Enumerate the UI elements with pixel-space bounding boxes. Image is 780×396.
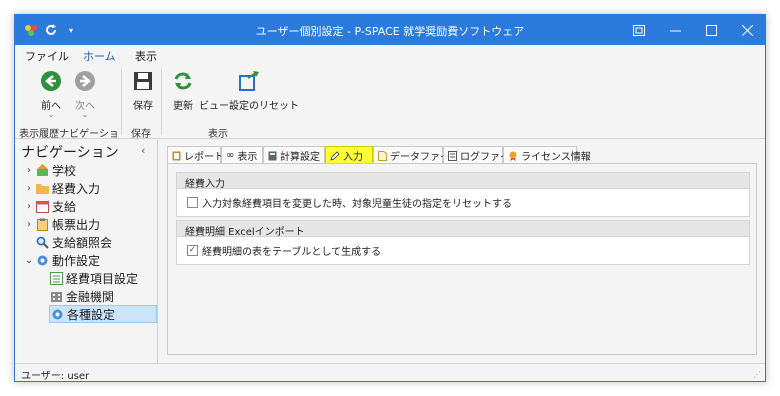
tab-data-file[interactable]: データファイル — [373, 146, 460, 164]
nav-item-label: 学校 — [52, 163, 77, 178]
nav-item-label: 支給額照会 — [52, 235, 113, 250]
tab-display[interactable]: ∞ 表示 — [221, 146, 263, 164]
resize-grip-icon[interactable]: ⋰ — [753, 370, 761, 379]
collapse-icon[interactable]: ‹ — [141, 144, 145, 157]
school-icon — [35, 163, 49, 177]
group-title: 経費入力 — [177, 173, 749, 190]
status-user: ユーザー: user — [21, 371, 90, 382]
pencil-icon — [330, 150, 340, 161]
close-button[interactable] — [729, 15, 765, 45]
search-icon — [35, 235, 49, 249]
nav-item-label: 帳票出力 — [52, 217, 101, 232]
save-label: 保存 — [133, 101, 153, 112]
log-icon — [448, 150, 457, 161]
generate-table-option[interactable]: ✓ 経費明細の表をテーブルとして生成する — [177, 237, 749, 264]
reset-target-label: 入力対象経費項目を変更した時、対象児童生徒の指定をリセットする — [202, 199, 512, 210]
ribbon-separator — [121, 69, 122, 135]
nav-item-various-settings[interactable]: 各種設定 — [49, 305, 157, 323]
tab-license-info[interactable]: ライセンス情報 — [503, 146, 591, 164]
group-view-label: 表示 — [208, 129, 228, 140]
nav-item-label: 経費項目設定 — [66, 271, 139, 286]
back-dropdown-icon[interactable]: ⌄ — [48, 110, 55, 119]
list-icon — [49, 271, 63, 285]
tab-label: 入力 — [343, 152, 363, 163]
excel-import-group: 経費明細 Excelインポート ✓ 経費明細の表をテーブルとして生成する — [176, 220, 750, 265]
settings-content: レポート ∞ 表示 計算設定 入力 データファイル ログファイル ライセンス情報… — [159, 140, 765, 363]
status-bar: ユーザー: user ⋰ — [15, 363, 765, 382]
restore-layout-button[interactable] — [621, 15, 657, 45]
minimize-button[interactable] — [657, 15, 693, 45]
forward-dropdown-icon[interactable]: ⌄ — [82, 110, 89, 119]
group-title: 経費明細 Excelインポート — [177, 221, 749, 238]
report-icon — [172, 151, 181, 161]
license-icon — [508, 151, 518, 161]
menu-bar: ファイル ホーム 表示 — [15, 45, 765, 67]
navigation-pane: ナビゲーション ‹ › 学校 › 経費入力 › 支給 › 帳票出力 支給額照会 … — [15, 140, 158, 363]
forward-button[interactable]: 次へ ⌄ — [71, 67, 99, 119]
tab-label: レポート — [184, 152, 224, 163]
maximize-button[interactable] — [693, 15, 729, 45]
calculator-icon — [268, 151, 277, 161]
clipboard-icon — [35, 217, 49, 231]
generate-table-checkbox[interactable]: ✓ — [187, 245, 198, 256]
calendar-icon — [35, 199, 49, 213]
forward-arrow-icon — [71, 67, 99, 95]
nav-item-expense-item-settings[interactable]: 経費項目設定 — [49, 269, 138, 287]
nav-item-report-output[interactable]: › 帳票出力 — [23, 215, 100, 233]
nav-item-payment[interactable]: › 支給 — [23, 197, 76, 215]
glasses-icon: ∞ — [226, 150, 235, 161]
app-window: ▾ ユーザー個別設定 - P-SPACE 就学奨励費ソフトウェア ファイル ホー… — [14, 14, 766, 382]
generate-table-label: 経費明細の表をテーブルとして生成する — [202, 247, 382, 258]
file-icon — [378, 150, 387, 161]
save-button[interactable]: 保存 — [129, 67, 157, 112]
tab-label: ライセンス情報 — [521, 152, 591, 163]
nav-item-expense-input[interactable]: › 経費入力 — [23, 179, 100, 197]
nav-title: ナビゲーション — [21, 145, 119, 161]
nav-item-school[interactable]: › 学校 — [23, 161, 76, 179]
tab-label: 計算設定 — [280, 152, 320, 163]
nav-item-label: 金融機関 — [66, 289, 115, 304]
reset-view-label: ビュー設定のリセット — [199, 101, 299, 112]
refresh-button[interactable]: 更新 — [169, 67, 197, 112]
ribbon-separator — [161, 69, 162, 135]
reset-target-checkbox[interactable] — [187, 197, 198, 208]
folder-icon — [35, 181, 49, 195]
expand-icon[interactable]: › — [23, 165, 35, 176]
tab-label: 表示 — [237, 152, 258, 163]
expand-icon[interactable]: › — [23, 219, 35, 230]
group-save-label: 保存 — [131, 129, 151, 140]
title-bar: ▾ ユーザー個別設定 - P-SPACE 就学奨励費ソフトウェア — [15, 15, 765, 45]
tab-report[interactable]: レポート — [167, 146, 224, 164]
collapse-tree-icon[interactable]: ⌄ — [23, 255, 35, 266]
expand-icon[interactable]: › — [23, 183, 35, 194]
tab-input[interactable]: 入力 — [325, 146, 373, 164]
gear-icon — [50, 307, 64, 321]
nav-item-payment-inquiry[interactable]: 支給額照会 — [35, 233, 112, 251]
building-icon — [49, 289, 63, 303]
menu-file[interactable]: ファイル — [25, 48, 69, 64]
back-button[interactable]: 前へ ⌄ — [37, 67, 65, 119]
refresh-label: 更新 — [173, 101, 193, 112]
input-settings-panel: 経費入力 入力対象経費項目を変更した時、対象児童生徒の指定をリセットする 経費明… — [167, 163, 757, 355]
refresh-arrows-icon — [169, 67, 197, 95]
tab-log-file[interactable]: ログファイル — [443, 146, 520, 164]
reset-view-icon — [235, 67, 263, 95]
nav-item-label: 動作設定 — [52, 253, 101, 268]
expense-input-group: 経費入力 入力対象経費項目を変更した時、対象児童生徒の指定をリセットする — [176, 172, 750, 217]
gear-icon — [35, 253, 49, 267]
nav-item-label: 支給 — [52, 199, 77, 214]
reset-view-button[interactable]: ビュー設定のリセット — [199, 67, 299, 112]
ribbon: 前へ ⌄ 次へ ⌄ 表示履歴ナビゲーション 保存 保存 更新 — [15, 65, 765, 155]
reset-target-option[interactable]: 入力対象経費項目を変更した時、対象児童生徒の指定をリセットする — [177, 189, 749, 216]
nav-item-behavior-settings[interactable]: ⌄ 動作設定 — [23, 251, 100, 269]
back-arrow-icon — [37, 67, 65, 95]
nav-item-label: 経費入力 — [52, 181, 101, 196]
floppy-disk-icon — [129, 67, 157, 95]
expand-icon[interactable]: › — [23, 201, 35, 212]
tab-calculation-settings[interactable]: 計算設定 — [263, 146, 325, 164]
nav-item-financial-institution[interactable]: 金融機関 — [49, 287, 114, 305]
nav-item-label: 各種設定 — [67, 307, 116, 322]
menu-view[interactable]: 表示 — [135, 48, 157, 64]
